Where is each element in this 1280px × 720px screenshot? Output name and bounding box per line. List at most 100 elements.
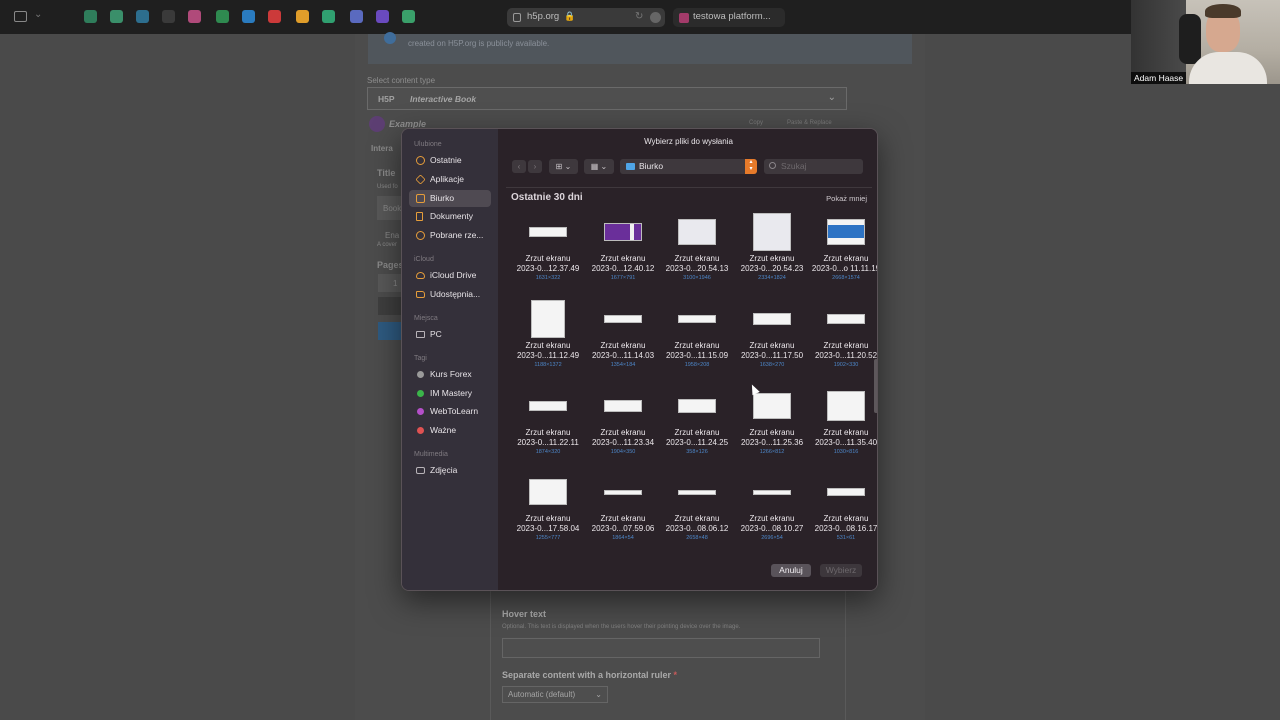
search-field[interactable]: Szukaj	[764, 159, 863, 174]
back-icon[interactable]: ‹	[512, 160, 526, 173]
sidebar-item-documents[interactable]: Dokumenty	[409, 208, 491, 225]
content-type-avatar	[369, 116, 385, 132]
file-thumbnail	[827, 219, 865, 245]
extension-icon[interactable]	[402, 10, 415, 23]
file-thumbnail	[531, 300, 565, 338]
chevron-down-icon[interactable]: ⌄	[34, 9, 42, 20]
reload-icon[interactable]: ↻	[635, 11, 643, 22]
sidebar-item-applications[interactable]: Aplikacje	[409, 171, 491, 188]
extension-icon[interactable]	[268, 10, 281, 23]
file-tile[interactable]: Zrzut ekranu 2023-0...11.14.03 1354×184	[587, 299, 659, 385]
ruler-select[interactable]: Automatic (default) ⌄	[502, 686, 608, 703]
sidebar-tag-wazne[interactable]: Ważne	[409, 422, 491, 439]
sidebar-item-downloads[interactable]: Pobrane rze...	[409, 227, 491, 244]
group-view-button[interactable]: ▦ ⌄	[584, 159, 614, 174]
extension-icon[interactable]	[350, 10, 363, 23]
forward-icon[interactable]: ›	[528, 160, 542, 173]
file-tile[interactable]: Zrzut ekranu 2023-0...11.12.49 1188×1372	[512, 299, 584, 385]
scrollbar-thumb[interactable]	[874, 359, 877, 413]
file-tile[interactable]: Zrzut ekranu 2023-0...11.35.40 1030×816	[810, 386, 877, 472]
file-tile[interactable]: Zrzut ekranu 2023-0...11.20.52 1902×330	[810, 299, 877, 385]
sidebar-item-label: PC	[430, 329, 442, 339]
sidebar-toggle-icon[interactable]	[14, 11, 27, 22]
sidebar-tag-kurs-forex[interactable]: Kurs Forex	[409, 366, 491, 383]
tag-dot-icon	[417, 427, 424, 434]
file-date: 2023-0...o 11.11.19	[811, 264, 878, 273]
file-thumbnail	[529, 227, 567, 237]
location-popup[interactable]: Biurko ▴ ▾	[620, 159, 757, 174]
info-icon	[384, 32, 396, 44]
file-tile[interactable]: Zrzut ekranu 2023-0...20.54.13 3100×1946	[661, 212, 733, 298]
file-tile[interactable]: Zrzut ekranu 2023-0...08.06.12 2658×48	[661, 472, 733, 558]
file-tile[interactable]: Zrzut ekranu 2023-0...11.25.36 1266×812	[736, 386, 808, 472]
extension-icon[interactable]	[216, 10, 229, 23]
file-name: Zrzut ekranu	[749, 254, 795, 263]
stop-icon[interactable]	[650, 12, 661, 23]
file-thumbnail	[827, 391, 865, 421]
file-dimensions: 1354×184	[610, 362, 636, 368]
file-tile[interactable]: Zrzut ekranu 2023-0...11.23.34 1904×350	[587, 386, 659, 472]
tab-interactive[interactable]: Intera	[371, 144, 393, 153]
page-item-2[interactable]	[378, 297, 402, 315]
address-text: h5p.org	[527, 11, 560, 22]
sidebar-tag-webtolearn[interactable]: WebToLearn	[409, 403, 491, 420]
file-tile[interactable]: Zrzut ekranu 2023-0...07.59.06 1864×54	[587, 472, 659, 558]
file-tile[interactable]: Zrzut ekranu 2023-0...11.22.11 1874×320	[512, 386, 584, 472]
file-thumbnail-area	[810, 299, 877, 339]
sidebar-item-shared[interactable]: Udostępnia...	[409, 286, 491, 303]
file-dimensions: 1874×320	[535, 449, 561, 455]
address-bar[interactable]: h5p.org 🔒 ↻	[507, 8, 665, 27]
sidebar-tag-im-mastery[interactable]: IM Mastery	[409, 385, 491, 402]
extension-icon[interactable]	[242, 10, 255, 23]
sidebar-item-photos[interactable]: Zdjęcia	[409, 462, 491, 479]
copy-button[interactable]: Copy	[749, 120, 763, 126]
group-header: Ostatnie 30 dni	[511, 192, 583, 203]
extension-icon[interactable]	[296, 10, 309, 23]
dialog-sidebar: Ulubione Ostatnie Aplikacje Biurko Dokum…	[402, 129, 498, 590]
apps-icon	[415, 174, 426, 185]
browser-tab[interactable]: testowa platform...	[673, 8, 785, 27]
open-button[interactable]: Wybierz	[820, 564, 862, 577]
tag-dot-icon	[417, 408, 424, 415]
extension-icon[interactable]	[162, 10, 175, 23]
file-tile[interactable]: Zrzut ekranu 2023-0...12.37.49 1631×322	[512, 212, 584, 298]
file-dimensions: 2658×48	[686, 535, 708, 541]
extension-icon[interactable]	[84, 10, 97, 23]
file-thumbnail	[678, 399, 716, 413]
file-thumbnail-area	[736, 386, 808, 426]
file-tile[interactable]: Zrzut ekranu 2023-0...11.15.09 1958×208	[661, 299, 733, 385]
cancel-button[interactable]: Anuluj	[771, 564, 811, 577]
show-less-link[interactable]: Pokaż mniej	[826, 194, 867, 203]
sidebar-item-desktop[interactable]: Biurko	[409, 190, 491, 207]
media-header: Multimedia	[414, 451, 448, 458]
file-tile[interactable]: Zrzut ekranu 2023-0...08.10.27 2696×54	[736, 472, 808, 558]
file-thumbnail-area	[587, 299, 659, 339]
sidebar-item-pc[interactable]: PC	[409, 326, 491, 343]
sidebar-item-icloud-drive[interactable]: iCloud Drive	[409, 267, 491, 284]
content-type-select[interactable]: H5P Interactive Book ⌄	[367, 87, 847, 110]
file-tile[interactable]: Zrzut ekranu 2023-0...08.16.17 531×61	[810, 472, 877, 558]
add-page-button[interactable]	[378, 322, 402, 340]
extension-icon[interactable]	[188, 10, 201, 23]
hover-text-input[interactable]	[502, 638, 820, 658]
icon-view-button[interactable]: ⊞ ⌄	[549, 159, 578, 174]
computer-icon	[416, 331, 425, 338]
file-tile[interactable]: Zrzut ekranu 2023-0...11.24.25 358×126	[661, 386, 733, 472]
paste-replace-button[interactable]: Paste & Replace	[787, 120, 832, 126]
sidebar-item-recents[interactable]: Ostatnie	[409, 152, 491, 169]
file-tile[interactable]: Zrzut ekranu 2023-0...12.40.12 1677×791	[587, 212, 659, 298]
file-name: Zrzut ekranu	[525, 254, 571, 263]
extension-icon[interactable]	[136, 10, 149, 23]
file-tile[interactable]: Zrzut ekranu 2023-0...20.54.23 2334×1824	[736, 212, 808, 298]
extension-icon[interactable]	[322, 10, 335, 23]
extension-icon[interactable]	[376, 10, 389, 23]
cover-checkbox-label[interactable]: Ena	[385, 231, 399, 240]
file-dimensions: 358×126	[686, 449, 708, 455]
file-tile[interactable]: Zrzut ekranu 2023-0...17.58.04 1255×777	[512, 472, 584, 558]
file-tile[interactable]: Zrzut ekranu 2023-0...o 11.11.19 2668×1574	[810, 212, 877, 298]
file-thumbnail-area	[512, 386, 584, 426]
file-tile[interactable]: Zrzut ekranu 2023-0...11.17.50 1638×270	[736, 299, 808, 385]
extension-icon[interactable]	[110, 10, 123, 23]
tag-dot-icon	[417, 371, 424, 378]
page-item-1[interactable]	[378, 274, 402, 292]
